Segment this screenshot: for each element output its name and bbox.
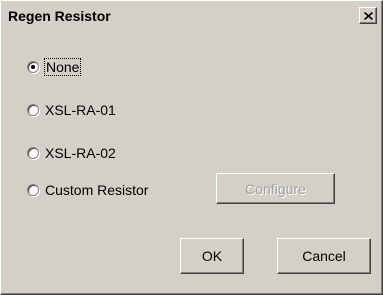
radio-label-custom-resistor: Custom Resistor [45,182,149,198]
radio-none[interactable]: None [27,58,82,76]
title-bar: Regen Resistor [4,4,379,28]
radio-label-none: None [43,58,82,76]
close-button[interactable] [359,7,377,24]
radio-label-xsl-ra-02: XSL-RA-02 [45,145,116,161]
configure-button[interactable]: Configure [216,173,335,204]
close-icon [363,11,373,20]
radio-selected-dot [31,65,35,69]
radio-xsl-ra-02[interactable]: XSL-RA-02 [27,145,116,161]
radio-label-xsl-ra-01: XSL-RA-01 [45,102,116,118]
cancel-button[interactable]: Cancel [277,238,371,274]
radio-xsl-ra-01[interactable]: XSL-RA-01 [27,102,116,118]
radio-button-xsl-ra-02[interactable] [27,147,39,159]
radio-custom-resistor[interactable]: Custom Resistor [27,182,148,198]
radio-button-xsl-ra-01[interactable] [27,104,39,116]
ok-button[interactable]: OK [180,238,244,274]
radio-button-none[interactable] [27,61,39,73]
radio-button-custom-resistor[interactable] [27,184,39,196]
dialog-title: Regen Resistor [8,8,111,24]
